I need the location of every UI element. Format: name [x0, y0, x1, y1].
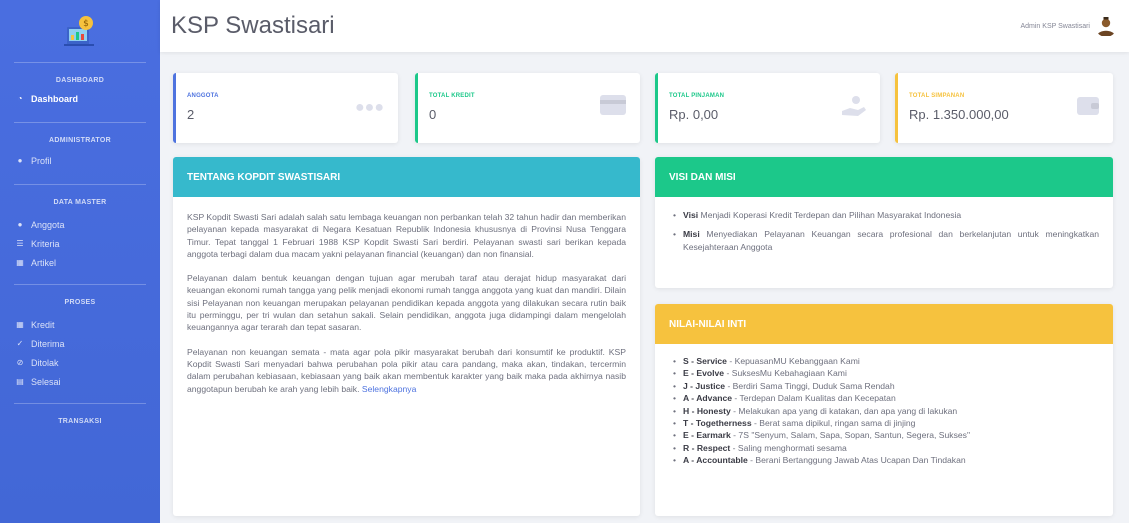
card-accent — [895, 73, 898, 143]
nilai-inti-panel: NILAI-NILAI INTI S - Service - KepuasanM… — [655, 304, 1113, 516]
list-item: R - Respect - Saling menghormati sesama — [669, 442, 1099, 455]
topbar: KSP Swastisari Admin KSP Swastisari — [160, 0, 1129, 52]
hand-money-icon — [842, 96, 866, 116]
sidebar: $ DASHBOARD ◔ Dashboard ADMINISTRATOR ● … — [0, 0, 160, 523]
visi-misi-title: VISI DAN MISI — [655, 157, 1113, 197]
about-paragraph: Pelayanan non keuangan semata - mata aga… — [187, 346, 626, 395]
list-item: H - Honesty - Melakukan apa yang di kata… — [669, 405, 1099, 418]
card-accent — [655, 73, 658, 143]
sidebar-item-label: Dashboard — [31, 93, 79, 104]
value-key: J - Justice — [683, 380, 726, 391]
page-title: KSP Swastisari — [171, 12, 335, 39]
value-text: - 7S "Senyum, Salam, Sapa, Sopan, Santun… — [733, 430, 971, 441]
value-text: - Berani Bertanggung Jawab Atas Ucapan D… — [750, 455, 966, 466]
about-paragraph: KSP Kopdit Swasti Sari adalah salah satu… — [187, 212, 626, 259]
list-item: E - Evolve - SuksesMu Kebahagiaan Kami — [669, 367, 1099, 380]
sidebar-item-label: Anggota — [31, 219, 65, 230]
about-panel-title: TENTANG KOPDIT SWASTISARI — [173, 157, 640, 197]
value-text: - Terdepan Dalam Kualitas dan Kecepatan — [734, 393, 896, 404]
about-paragraph: Pelayanan dalam bentuk keuangan dengan t… — [187, 273, 626, 333]
sidebar-heading-data-master: DATA MASTER — [53, 199, 107, 206]
tachometer-icon: ◔ — [17, 94, 23, 103]
list-item: A - Accountable - Berani Bertanggung Jaw… — [669, 454, 1099, 467]
wallet-icon — [1077, 97, 1099, 115]
svg-text:$: $ — [83, 19, 89, 29]
card-accent — [415, 73, 418, 143]
value-text: - SuksesMu Kebahagiaan Kami — [726, 368, 847, 379]
stat-card-total-kredit: TOTAL KREDIT 0 — [415, 73, 640, 143]
value-text: - Saling menghormati sesama — [732, 442, 847, 453]
stat-card-total-pinjaman: TOTAL PINJAMAN Rp. 0,00 — [655, 73, 880, 143]
list-item: T - Togetherness - Berat sama dipikul, r… — [669, 417, 1099, 430]
read-more-link[interactable]: Selengkapnya — [362, 384, 416, 394]
sidebar-item-label: Profil — [31, 155, 52, 166]
ban-icon: ⊘ — [16, 358, 24, 367]
sidebar-item-artikel[interactable]: ▦ Artikel — [0, 253, 160, 272]
file-icon: ▤ — [16, 377, 24, 386]
value-key: E - Evolve — [683, 368, 725, 379]
sidebar-item-label: Diterima — [31, 338, 65, 349]
value-key: S - Service — [683, 356, 727, 366]
credit-card-icon — [600, 95, 626, 115]
list-item: A - Advance - Terdepan Dalam Kualitas da… — [669, 392, 1099, 405]
stat-card-anggota: ANGGOTA 2 ●●● — [173, 73, 398, 143]
value-key: T - Togetherness — [683, 418, 752, 429]
sidebar-item-label: Selesai — [31, 376, 61, 387]
value-key: A - Accountable — [683, 455, 748, 466]
sidebar-item-anggota[interactable]: ● Anggota — [0, 215, 160, 234]
list-item: Visi Menjadi Koperasi Kredit Terdepan da… — [669, 209, 1099, 222]
sidebar-item-diterima[interactable]: ✓ Diterima — [0, 334, 160, 353]
user-icon: ● — [17, 156, 23, 165]
card-accent — [173, 73, 176, 143]
list-item: Misi Menyediakan Pelayanan Keuangan seca… — [669, 228, 1099, 253]
value-key: A - Advance — [683, 393, 733, 404]
visi-key: Visi — [683, 210, 699, 220]
sidebar-item-selesai[interactable]: ▤ Selesai — [0, 372, 160, 391]
value-key: R - Respect — [683, 442, 731, 453]
about-panel: TENTANG KOPDIT SWASTISARI KSP Kopdit Swa… — [173, 157, 640, 516]
stat-card-total-simpanan: TOTAL SIMPANAN Rp. 1.350.000,00 — [895, 73, 1113, 143]
sidebar-item-label: Kriteria — [31, 238, 60, 249]
sidebar-item-profil[interactable]: ● Profil — [0, 151, 160, 170]
sidebar-item-label: Ditolak — [31, 357, 59, 368]
sidebar-item-label: Artikel — [31, 257, 57, 268]
list-item: J - Justice - Berdiri Sama Tinggi, Duduk… — [669, 380, 1099, 393]
value-text: - KepuasanMU Kebanggaan Kami — [729, 356, 860, 366]
list-item: S - Service - KepuasanMU Kebanggaan Kami — [669, 355, 1099, 368]
sidebar-item-kredit[interactable]: ▦ Kredit — [0, 315, 160, 334]
visi-misi-panel: VISI DAN MISI Visi Menjadi Koperasi Kred… — [655, 157, 1113, 288]
user-dropdown[interactable]: Admin KSP Swastisari — [1020, 15, 1117, 37]
visi-text: Menjadi Koperasi Kredit Terdepan dan Pil… — [700, 210, 962, 220]
user-name: Admin KSP Swastisari — [1020, 22, 1090, 30]
sidebar-item-dashboard[interactable]: ◔ Dashboard — [0, 89, 160, 108]
value-text: - Melakukan apa yang di katakan, dan apa… — [733, 405, 958, 416]
sidebar-heading-transaksi: TRANSAKSI — [58, 418, 102, 425]
sidebar-item-ditolak[interactable]: ⊘ Ditolak — [0, 353, 160, 372]
list-item: E - Earmark - 7S "Senyum, Salam, Sapa, S… — [669, 429, 1099, 442]
sidebar-item-kriteria[interactable]: ☰ Kriteria — [0, 234, 160, 253]
table-icon: ▦ — [16, 320, 24, 329]
value-key: H - Honesty — [683, 405, 731, 416]
misi-text: Menyediakan Pelayanan Keuangan secara pr… — [683, 229, 1100, 252]
misi-key: Misi — [683, 229, 700, 240]
table-icon: ▦ — [16, 258, 24, 267]
list-icon: ☰ — [16, 239, 24, 248]
value-text: - Berdiri Sama Tinggi, Duduk Sama Rendah — [727, 380, 895, 391]
sidebar-item-label: Kredit — [31, 319, 55, 330]
avatar — [1095, 15, 1117, 37]
brand-logo-icon: $ — [64, 16, 94, 46]
nilai-inti-title: NILAI-NILAI INTI — [655, 304, 1113, 344]
sidebar-heading-proses: PROSES — [64, 299, 96, 306]
user-check-icon: ✓ — [16, 339, 24, 348]
users-icon: ● — [17, 220, 23, 229]
brand-logo-link[interactable]: $ — [0, 0, 160, 62]
value-text: - Berat sama dipikul, ringan sama di jin… — [754, 418, 916, 429]
users-icon: ●●● — [355, 99, 384, 116]
value-key: E - Earmark — [683, 430, 731, 441]
